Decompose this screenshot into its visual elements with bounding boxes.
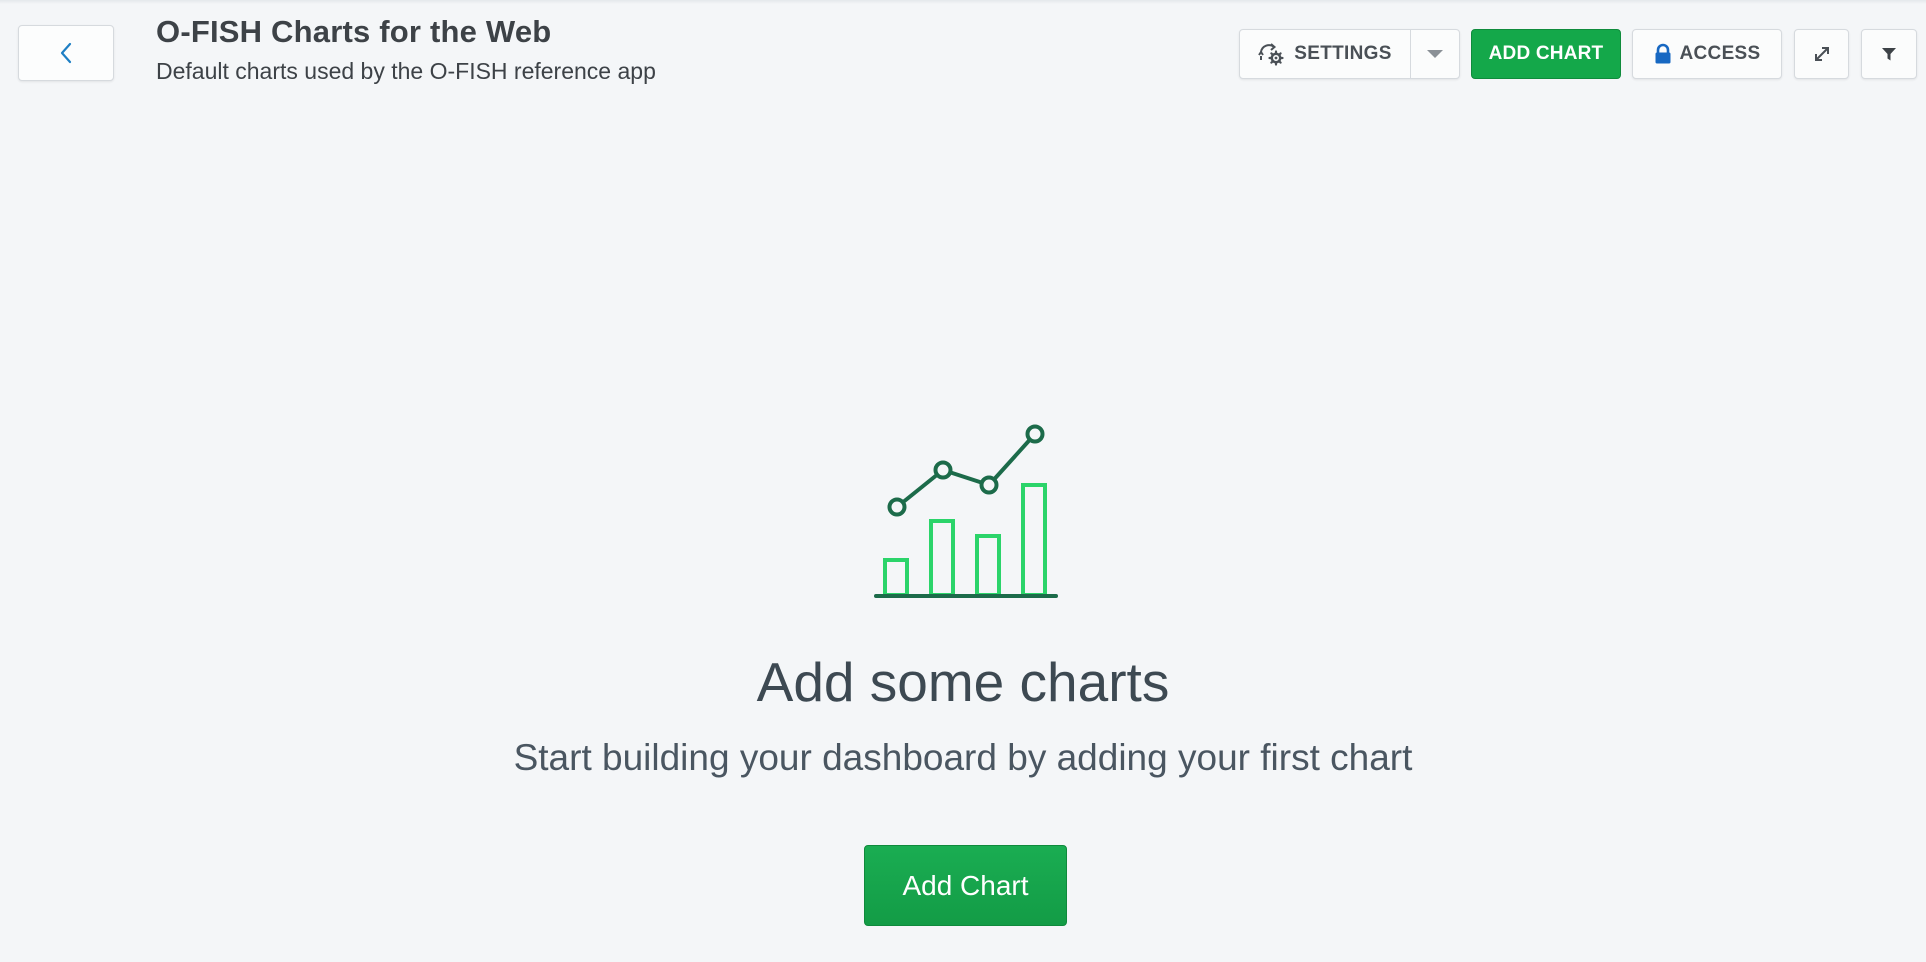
empty-state: Add some charts Start building your dash… xyxy=(0,0,1926,962)
empty-state-title: Add some charts xyxy=(756,651,1170,713)
add-chart-button[interactable]: Add Chart xyxy=(864,845,1067,926)
empty-state-text: Start building your dashboard by adding … xyxy=(513,737,1413,778)
chart-illustration-icon xyxy=(872,420,1058,605)
